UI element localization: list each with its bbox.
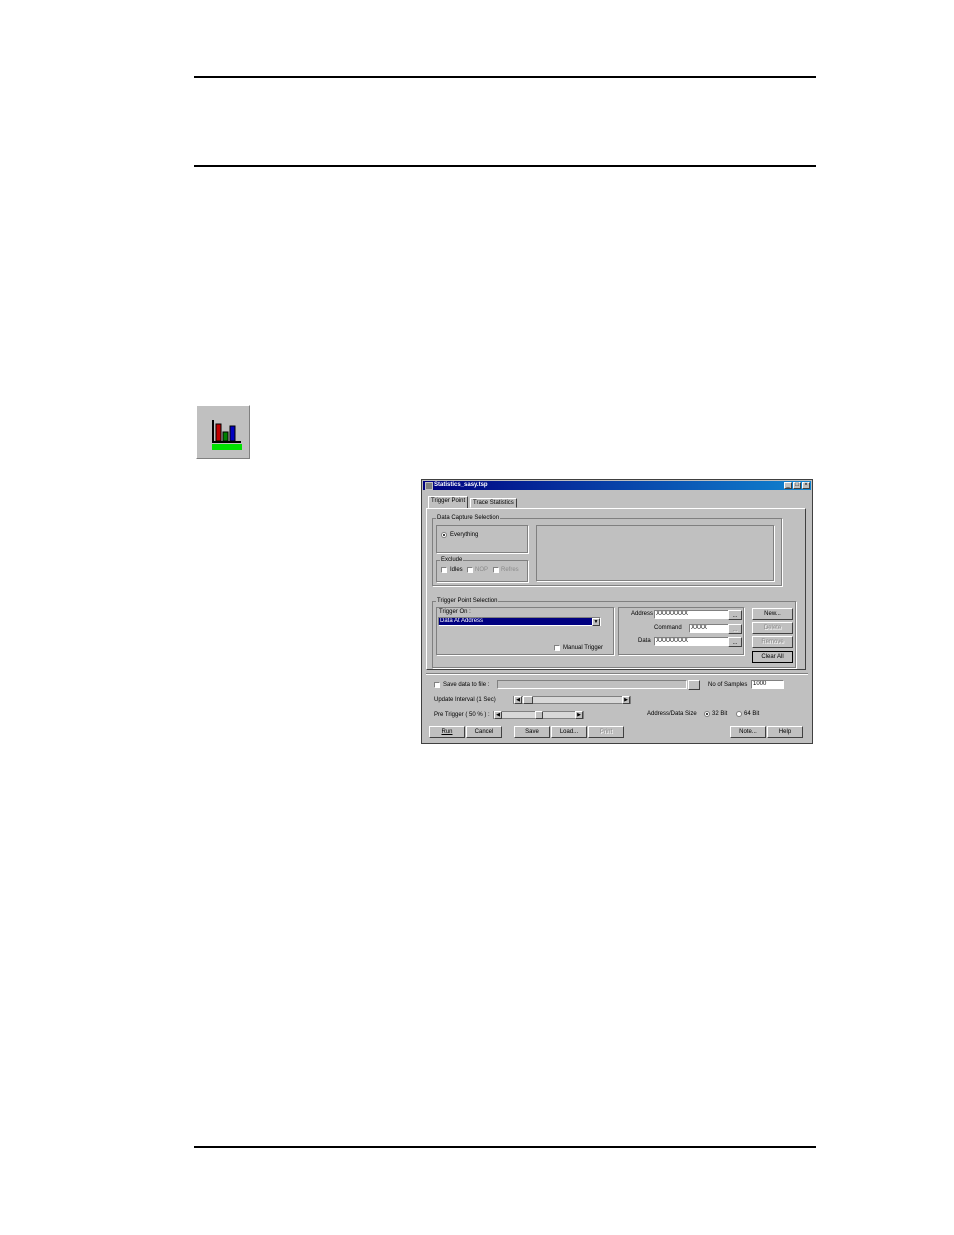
update-interval-thumb[interactable] <box>523 696 533 704</box>
load-button-label: Load... <box>559 729 579 735</box>
options-separator <box>426 673 808 674</box>
everything-radio[interactable] <box>441 532 447 538</box>
top-rule-2 <box>194 165 816 167</box>
samples-input[interactable]: 1000 <box>751 680 784 689</box>
exclude-nop-label: NOP <box>475 567 489 573</box>
everything-box <box>436 525 528 553</box>
note-button-label: Note... <box>739 729 757 735</box>
save-file-path-input[interactable] <box>497 680 687 689</box>
title-bar: Statistics_sasy.tsp _ □ × <box>423 481 811 490</box>
trigger-point-caption: Trigger Point Selection <box>436 598 499 605</box>
remove-button-label: Remove <box>761 639 784 645</box>
maximize-button[interactable]: □ <box>793 482 801 489</box>
new-button-label: New... <box>764 611 781 617</box>
statistics-dialog: Statistics_sasy.tsp _ □ × Trigger Point … <box>421 479 813 744</box>
everything-label: Everything <box>450 532 479 538</box>
exclude-idles-checkbox[interactable] <box>441 567 447 573</box>
size-64bit-label: 64 Bit <box>744 711 760 717</box>
data-value: XXXXXXXX <box>656 638 689 644</box>
tab-label: Trigger Point <box>431 498 466 504</box>
statistics-toolbar-button[interactable] <box>196 405 250 459</box>
command-browse-button[interactable]: ... <box>728 624 742 634</box>
manual-trigger-checkbox[interactable] <box>554 645 560 651</box>
save-button-label: Save <box>525 729 539 735</box>
print-button-label: Print <box>599 729 613 735</box>
exclude-refresh-label: Refres <box>501 567 519 573</box>
delete-button[interactable]: Delete <box>752 622 793 634</box>
pre-trigger-thumb[interactable] <box>534 711 543 719</box>
data-browse-button[interactable]: ... <box>728 637 742 647</box>
chevron-right-icon[interactable]: ▶ <box>622 696 630 704</box>
pre-trigger-label: Pre Trigger ( 50 % ) : <box>434 712 490 718</box>
cancel-button[interactable]: Cancel <box>466 726 502 738</box>
size-64bit-radio[interactable] <box>736 711 742 717</box>
delete-button-label: Delete <box>763 625 782 631</box>
address-label: Address <box>631 611 654 617</box>
close-button[interactable]: × <box>802 482 810 489</box>
data-label: Data <box>638 638 651 644</box>
ellipsis-label: ... <box>732 613 738 619</box>
data-input[interactable]: XXXXXXXX <box>654 637 729 646</box>
minimize-button[interactable]: _ <box>784 482 792 489</box>
chevron-left-icon[interactable]: ◀ <box>494 711 502 719</box>
trigger-on-select[interactable]: Data At Address <box>438 617 601 626</box>
data-capture-caption: Data Capture Selection <box>436 515 501 522</box>
help-button[interactable]: Help <box>767 726 803 738</box>
chevron-right-icon[interactable]: ▶ <box>575 711 583 719</box>
save-button[interactable]: Save <box>514 726 550 738</box>
manual-trigger-label: Manual Trigger <box>563 645 604 651</box>
load-button[interactable]: Load... <box>551 726 587 738</box>
save-file-browse-button[interactable] <box>688 680 700 690</box>
command-label: Command <box>654 625 682 631</box>
help-button-label: Help <box>778 729 792 735</box>
size-32bit-radio[interactable] <box>704 711 710 717</box>
update-interval-slider[interactable]: ◀ ▶ <box>513 696 631 704</box>
capture-preview-area <box>536 525 774 581</box>
size-32bit-label: 32 Bit <box>712 711 728 717</box>
trigger-on-value: Data At Address <box>440 618 484 624</box>
command-value: XXXX <box>691 625 708 631</box>
tab-trigger-point[interactable]: Trigger Point <box>428 496 469 508</box>
trigger-on-label: Trigger On : <box>438 609 472 616</box>
ellipsis-label: ... <box>732 640 738 646</box>
print-button[interactable]: Print <box>588 726 624 738</box>
update-interval-label: Update Interval (1 Sec) <box>434 697 496 703</box>
clear-all-button[interactable]: Clear All <box>752 651 793 663</box>
address-value: XXXXXXXX <box>656 611 689 617</box>
bottom-rule <box>194 1146 816 1148</box>
save-to-file-label: Save data to file : <box>443 682 490 688</box>
address-data-size-label: Address/Data Size <box>647 711 697 717</box>
top-rule-1 <box>194 76 816 78</box>
bar-chart-icon <box>212 420 242 450</box>
ellipsis-label: ... <box>732 627 738 633</box>
run-button[interactable]: Run <box>429 726 465 738</box>
exclude-idles-label: Idles <box>450 567 463 573</box>
chevron-down-icon[interactable]: ▼ <box>592 618 600 626</box>
exclude-caption: Exclude <box>440 557 464 564</box>
cancel-button-label: Cancel <box>474 729 494 735</box>
command-input[interactable]: XXXX <box>689 624 729 633</box>
tab-label: Trace Statistics <box>473 500 514 506</box>
run-button-label: Run <box>441 729 453 735</box>
new-button[interactable]: New... <box>752 608 793 620</box>
remove-button[interactable]: Remove <box>752 636 793 648</box>
samples-value: 1000 <box>753 681 767 687</box>
window-title: Statistics_sasy.tsp <box>434 482 488 488</box>
app-icon <box>425 482 433 490</box>
save-to-file-checkbox[interactable] <box>434 682 440 688</box>
address-input[interactable]: XXXXXXXX <box>654 610 729 619</box>
address-browse-button[interactable]: ... <box>728 610 742 620</box>
pre-trigger-slider[interactable]: ◀ ▶ <box>493 711 584 719</box>
tab-trace-statistics[interactable]: Trace Statistics <box>470 498 517 508</box>
chevron-left-icon[interactable]: ◀ <box>514 696 522 704</box>
samples-label: No of Samples <box>708 682 748 688</box>
clear-all-button-label: Clear All <box>761 654 784 660</box>
note-button[interactable]: Note... <box>730 726 766 738</box>
exclude-nop-checkbox[interactable] <box>467 567 473 573</box>
exclude-refresh-checkbox[interactable] <box>493 567 499 573</box>
